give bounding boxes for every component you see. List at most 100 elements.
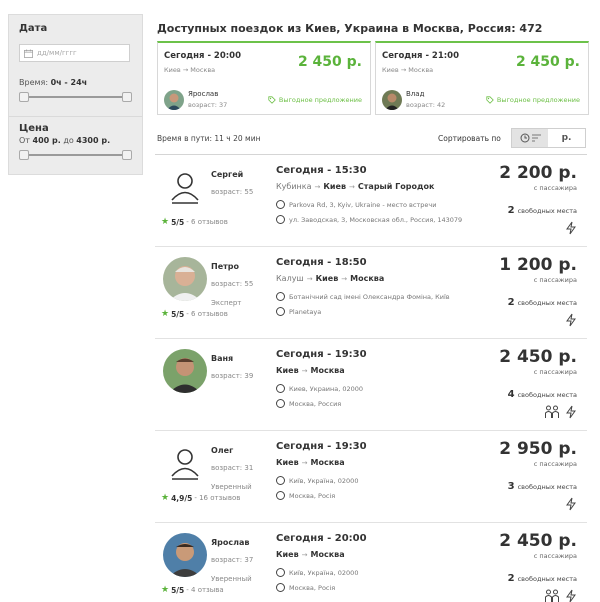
driver-level-badge: Эксперт: [211, 299, 242, 307]
avatar-placeholder: [163, 165, 207, 209]
price-per-passenger: с пассажира: [533, 460, 577, 468]
date-filter: Дата дд/мм/гггг Время: 0ч - 24ч: [9, 15, 142, 117]
instant-booking-icon: [566, 589, 576, 602]
avatar: [163, 257, 207, 301]
trip-price: 2 950 р.: [499, 439, 577, 459]
deal-badge: Выгодное предложение: [268, 96, 362, 104]
avatar-placeholder: [163, 441, 207, 485]
trip-price: 1 200 р.: [499, 255, 577, 275]
driver-name: Влад: [406, 90, 425, 98]
avatar: [382, 90, 402, 110]
calendar-icon: [24, 48, 33, 58]
instant-booking-icon: [566, 497, 576, 511]
trip-price: 2 200 р.: [499, 163, 577, 183]
free-seats: 3 свободных места: [507, 481, 577, 492]
star-icon: ★: [161, 493, 170, 503]
filter-sidebar: Дата дд/мм/гггг Время: 0ч - 24ч Цена От …: [8, 14, 143, 175]
deal-badge: Выгодное предложение: [486, 96, 580, 104]
trip-card[interactable]: Сергей возраст: 55 ★ 5/5 - 6 отзывов Сег…: [155, 154, 587, 246]
instant-booking-icon: [566, 405, 576, 419]
max-two-in-back-icon: [545, 589, 559, 602]
offer-time: Сегодня - 20:00: [164, 51, 241, 61]
clock-icon: [520, 133, 529, 143]
dropoff-point: ул. Заводская, 3, Московская обл., Росси…: [276, 215, 462, 224]
pickup-point: Київ, Україна, 02000: [276, 476, 358, 485]
driver-level-badge: Уверенный: [211, 575, 252, 583]
driver-age: возраст: 55: [211, 280, 254, 288]
dropoff-marker-icon: [276, 583, 285, 592]
trip-time: Сегодня - 19:30: [276, 441, 367, 452]
driver-level-badge: Уверенный: [211, 483, 252, 491]
sort-lines-icon: [531, 134, 541, 142]
driver-age: возраст: 37: [211, 556, 254, 564]
page-title: Доступных поездок из Киев, Украина в Мос…: [157, 22, 543, 35]
trip-features: [565, 221, 577, 235]
time-slider-max-handle[interactable]: [122, 92, 132, 102]
top-offer-card[interactable]: Сегодня - 21:00 Киев → Москва 2 450 р. В…: [375, 41, 589, 115]
dropoff-marker-icon: [276, 491, 285, 500]
star-icon: ★: [161, 217, 170, 227]
driver-rating: ★ 5/5 - 6 отзывов: [161, 217, 228, 227]
price-slider-min-handle[interactable]: [19, 150, 29, 160]
date-label: Дата: [19, 23, 48, 34]
driver-age: возраст: 42: [406, 101, 446, 109]
free-seats: 2 свободных места: [507, 205, 577, 216]
offer-price: 2 450 р.: [297, 54, 362, 70]
driver-name: Ваня: [211, 354, 234, 363]
dropoff-point: Planetaya: [276, 307, 321, 316]
time-slider-track: [22, 96, 129, 98]
driver-rating: ★ 4,9/5 - 16 отзывов: [161, 493, 241, 503]
pickup-marker-icon: [276, 384, 285, 393]
trip-card[interactable]: Петро возраст: 55 Эксперт ★ 5/5 - 6 отзы…: [155, 246, 587, 338]
pickup-point: Ботанічний сад імені Олександра Фоміна, …: [276, 292, 450, 301]
price-slider-max-handle[interactable]: [122, 150, 132, 160]
offer-route: Киев → Москва: [164, 66, 216, 74]
price-label: Цена: [19, 123, 49, 134]
time-filter-label: Время: 0ч - 24ч: [19, 78, 88, 87]
trip-card[interactable]: Ваня возраст: 39 Сегодня - 19:30 Киев → М…: [155, 338, 587, 430]
sort-by-time-button[interactable]: [512, 129, 548, 147]
trip-time: Сегодня - 15:30: [276, 165, 367, 176]
driver-name: Петро: [211, 262, 239, 271]
price-per-passenger: с пассажира: [533, 184, 577, 192]
dropoff-point: Москва, Россия: [276, 399, 341, 408]
time-slider[interactable]: [19, 92, 132, 102]
pickup-marker-icon: [276, 200, 285, 209]
star-icon: ★: [161, 585, 170, 595]
driver-rating: ★ 5/5 - 4 отзыва: [161, 585, 224, 595]
avatar: [164, 90, 184, 110]
tag-icon: [486, 96, 494, 104]
trip-list: Сергей возраст: 55 ★ 5/5 - 6 отзывов Сег…: [155, 154, 587, 602]
free-seats: 2 свободных места: [507, 297, 577, 308]
trip-features: [544, 405, 577, 419]
trip-price: 2 450 р.: [499, 347, 577, 367]
time-slider-min-handle[interactable]: [19, 92, 29, 102]
date-input[interactable]: дд/мм/гггг: [19, 44, 130, 62]
price-filter: Цена От 400 р. до 4300 р.: [9, 117, 142, 166]
free-seats: 4 свободных места: [507, 389, 577, 400]
pickup-point: Киев, Украина, 02000: [276, 384, 363, 393]
sort-toggle: р.: [511, 128, 586, 148]
driver-name: Олег: [211, 446, 234, 455]
sort-by-price-button[interactable]: р.: [548, 129, 585, 147]
trip-route: Калуш → Киев → Москва: [276, 274, 385, 283]
pickup-marker-icon: [276, 568, 285, 577]
pickup-marker-icon: [276, 292, 285, 301]
trip-route: Кубинка → Киев → Старый Городок: [276, 182, 435, 191]
avatar: [163, 533, 207, 577]
pickup-point: Parkova Rd, 3, Kyiv, Ukraine - место вст…: [276, 200, 436, 209]
free-seats: 2 свободных места: [507, 573, 577, 584]
trip-time: Сегодня - 18:50: [276, 257, 367, 268]
trip-features: [544, 589, 577, 602]
max-two-in-back-icon: [545, 405, 559, 418]
instant-booking-icon: [566, 221, 576, 235]
instant-booking-icon: [566, 313, 576, 327]
tag-icon: [268, 96, 276, 104]
driver-age: возраст: 55: [211, 188, 254, 196]
trip-route: Киев → Москва: [276, 550, 345, 559]
price-slider[interactable]: [19, 150, 132, 160]
pickup-marker-icon: [276, 476, 285, 485]
top-offer-card[interactable]: Сегодня - 20:00 Киев → Москва 2 450 р. Я…: [157, 41, 371, 115]
trip-card[interactable]: Ярослав возраст: 37 Уверенный ★ 5/5 - 4 …: [155, 522, 587, 602]
trip-card[interactable]: Олег возраст: 31 Уверенный ★ 4,9/5 - 16 …: [155, 430, 587, 522]
